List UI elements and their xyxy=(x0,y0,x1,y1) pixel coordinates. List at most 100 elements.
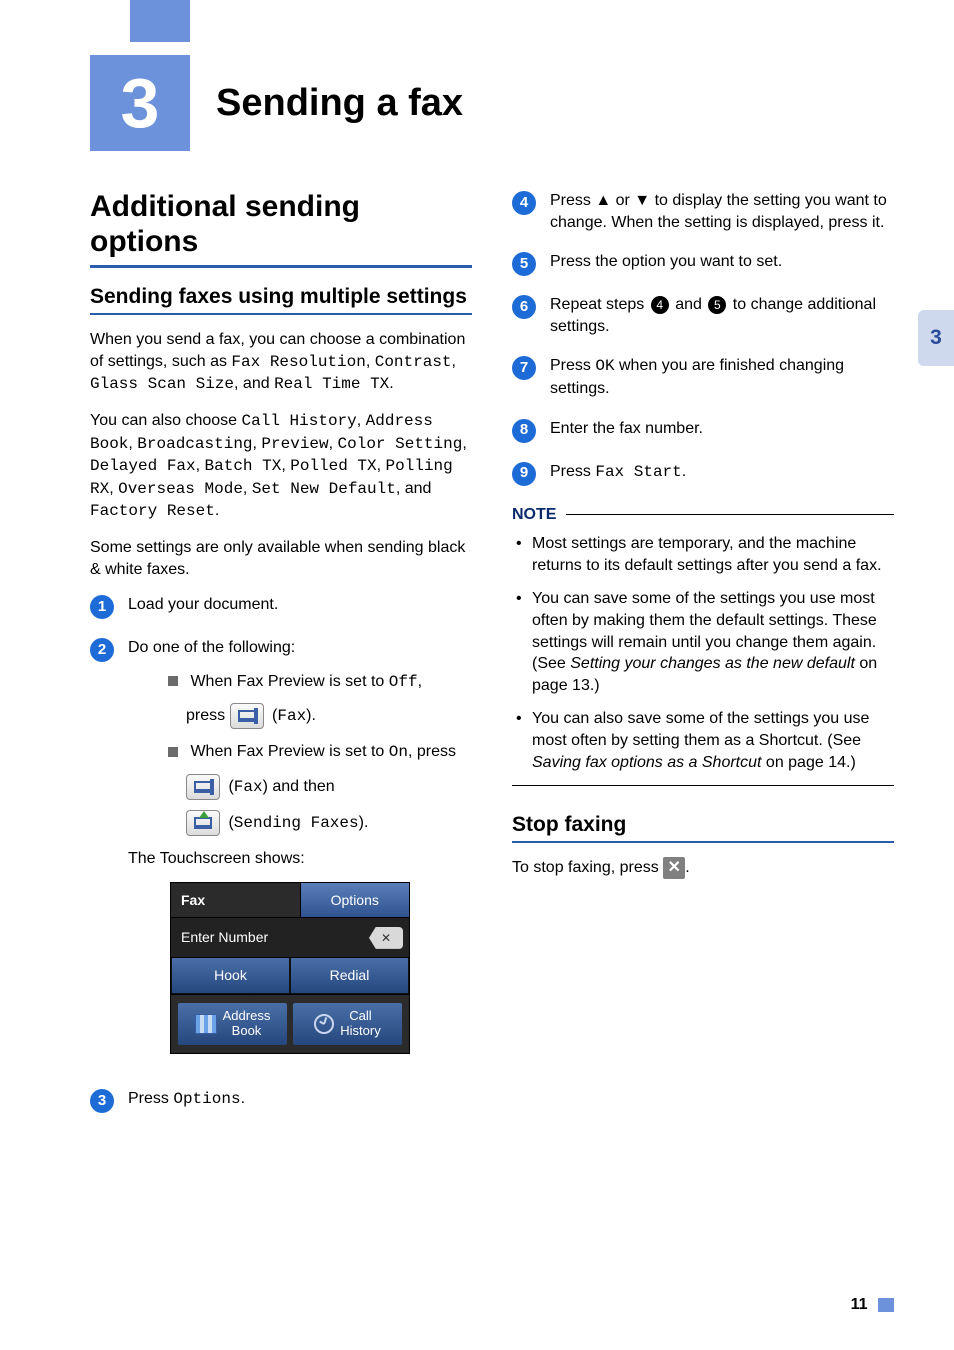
note-block: NOTE Most settings are temporary, and th… xyxy=(512,504,894,787)
clock-icon xyxy=(314,1014,334,1034)
note-item: You can also save some of the settings y… xyxy=(532,708,894,773)
text: and xyxy=(243,375,274,392)
text: and xyxy=(405,480,432,497)
step-5: 5 Press the option you want to set. xyxy=(512,251,894,276)
section-rule xyxy=(90,265,472,268)
step-number-icon: 6 xyxy=(512,295,536,319)
touchscreen-intro: The Touchscreen shows: xyxy=(128,848,472,870)
sending-faxes-label: Sending Faxes xyxy=(234,814,359,832)
setting-name: Batch TX xyxy=(205,457,282,475)
setting-name: Fax Resolution xyxy=(231,353,365,371)
text: press xyxy=(186,708,230,725)
step-text: Press ▲ or ▼ to display the setting you … xyxy=(550,190,894,233)
note-label: NOTE xyxy=(512,504,556,526)
text: ). xyxy=(359,814,369,831)
page-number-value: 11 xyxy=(851,1296,868,1313)
options-label: Options xyxy=(173,1090,240,1108)
subsection-heading: Stop faxing xyxy=(512,812,894,837)
text: You can also choose xyxy=(90,412,242,429)
intro-paragraph-3: Some settings are only available when se… xyxy=(90,537,472,580)
cross-reference-link[interactable]: Setting your changes as the new default xyxy=(570,655,855,672)
text: , xyxy=(396,480,405,497)
text: You can also save some of the settings y… xyxy=(532,710,869,749)
fax-start-label: Fax Start xyxy=(595,463,681,481)
text: , xyxy=(281,457,290,474)
step-number-icon: 3 xyxy=(90,1089,114,1113)
text: ). xyxy=(306,708,316,725)
text: , xyxy=(234,375,243,392)
text: Press xyxy=(128,1090,173,1107)
text: , press xyxy=(408,743,456,760)
chapter-header: 3 Sending a fax xyxy=(90,55,463,151)
value-off: Off xyxy=(389,673,418,691)
chapter-title: Sending a fax xyxy=(216,82,463,125)
text: . xyxy=(389,375,393,392)
square-bullet-icon xyxy=(168,747,178,757)
cross-reference-link[interactable]: Saving fax options as a Shortcut xyxy=(532,754,761,771)
text: . xyxy=(682,463,686,480)
note-item: Most settings are temporary, and the mac… xyxy=(532,533,894,576)
section-heading: Additional sending options xyxy=(90,190,472,259)
text: When Fax Preview is set to xyxy=(190,673,388,690)
text: , xyxy=(452,353,456,370)
subsection-heading: Sending faxes using multiple settings xyxy=(90,284,472,309)
text: , xyxy=(329,435,338,452)
ts-title: Fax xyxy=(171,883,300,918)
setting-name: Call History xyxy=(242,412,357,430)
value-on: On xyxy=(389,743,408,761)
setting-name: Contrast xyxy=(375,353,452,371)
fax-label: Fax xyxy=(277,708,306,726)
ts-hook-button[interactable]: Hook xyxy=(171,958,290,994)
text: and xyxy=(675,296,706,313)
text: Press xyxy=(550,463,595,480)
step-9: 9 Press Fax Start. xyxy=(512,461,894,486)
page-number: 11 xyxy=(851,1296,894,1314)
setting-name: Glass Scan Size xyxy=(90,375,234,393)
text: , xyxy=(243,480,252,497)
ts-label: Call History xyxy=(340,1009,380,1039)
ts-enter-number[interactable]: Enter Number xyxy=(171,918,363,957)
text: , xyxy=(462,435,466,452)
step-number-icon: 8 xyxy=(512,419,536,443)
step-number-icon: 4 xyxy=(512,191,536,215)
step-text: Press the option you want to set. xyxy=(550,251,894,273)
setting-name: Set New Default xyxy=(252,480,396,498)
inline-step-ref-icon: 5 xyxy=(708,296,726,314)
text: , xyxy=(357,412,366,429)
ts-address-book-button[interactable]: Address Book xyxy=(178,1003,287,1045)
ok-label: OK xyxy=(595,357,614,375)
step-text: Load your document. xyxy=(128,594,472,616)
backspace-icon[interactable]: ✕ xyxy=(369,927,403,949)
ts-call-history-button[interactable]: Call History xyxy=(293,1003,402,1045)
substep: When Fax Preview is set to Off, press (F… xyxy=(168,671,472,730)
sending-faxes-icon xyxy=(186,810,220,836)
subsection-rule xyxy=(90,313,472,315)
step-number-icon: 1 xyxy=(90,595,114,619)
fax-label: Fax xyxy=(234,778,263,796)
step-number-icon: 2 xyxy=(90,638,114,662)
fax-icon xyxy=(186,774,220,800)
text: , xyxy=(109,480,118,497)
step-1: 1 Load your document. xyxy=(90,594,472,619)
ts-redial-button[interactable]: Redial xyxy=(290,958,409,994)
cancel-x-icon: ✕ xyxy=(663,857,685,879)
text: When Fax Preview is set to xyxy=(190,743,388,760)
setting-name: Factory Reset xyxy=(90,502,215,520)
intro-paragraph-1: When you send a fax, you can choose a co… xyxy=(90,329,472,396)
text: . xyxy=(241,1090,245,1107)
ts-options-button[interactable]: Options xyxy=(300,883,410,918)
note-item: You can save some of the settings you us… xyxy=(532,588,894,696)
text: , xyxy=(418,673,422,690)
text: , xyxy=(377,457,386,474)
step-2: 2 Do one of the following: When Fax Prev… xyxy=(90,637,472,1070)
text: To stop faxing, press xyxy=(512,860,663,877)
setting-name: Preview xyxy=(261,435,328,453)
step-text: Enter the fax number. xyxy=(550,418,894,440)
text: , xyxy=(128,435,137,452)
step-3: 3 Press Options. xyxy=(90,1088,472,1113)
fax-icon xyxy=(230,703,264,729)
setting-name: Broadcasting xyxy=(137,435,252,453)
left-column: Additional sending options Sending faxes… xyxy=(90,190,472,1131)
text: . xyxy=(215,502,219,519)
step-text: Do one of the following: xyxy=(128,637,472,659)
